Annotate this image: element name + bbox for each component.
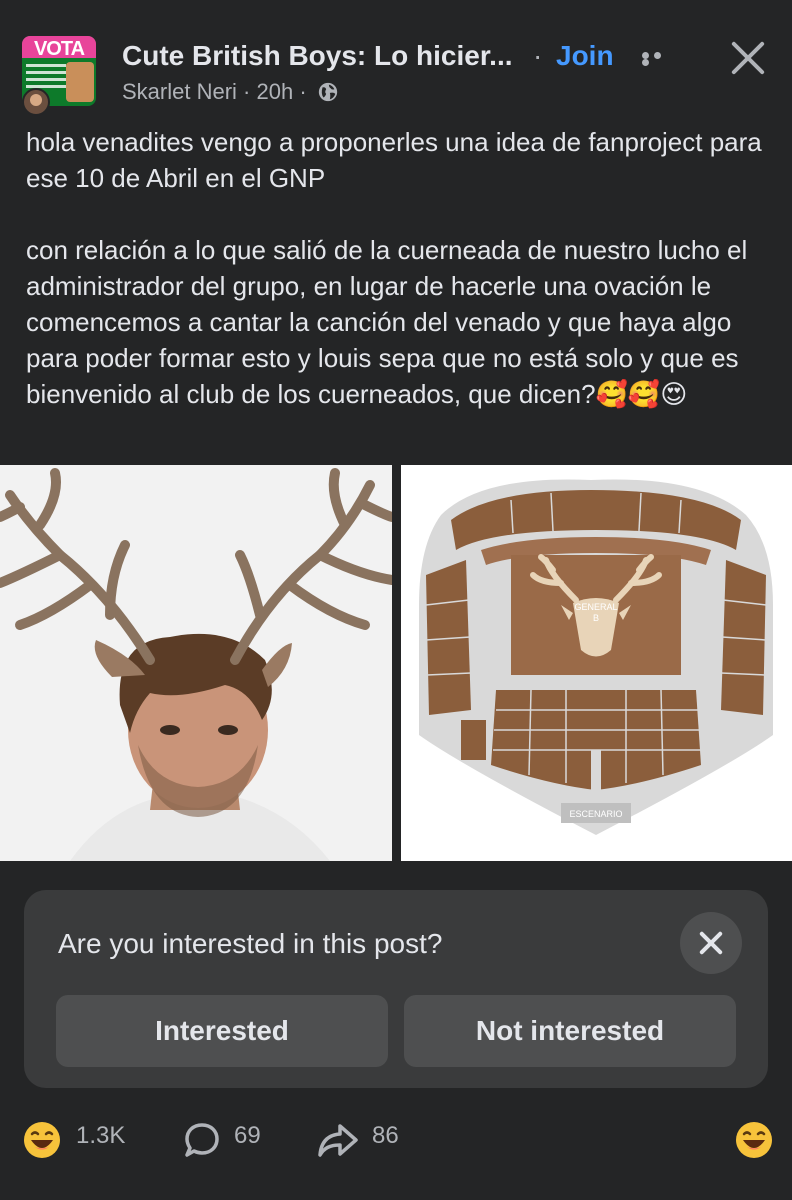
globe-icon — [318, 83, 337, 102]
group-name-link[interactable]: Cute British Boys: Lo hicier... — [122, 40, 513, 72]
post-time[interactable]: 20h — [257, 79, 294, 104]
map-general-label: GENERAL — [574, 602, 617, 612]
survey-question: Are you interested in this post? — [58, 928, 443, 959]
meta-separator: · — [243, 79, 251, 105]
antlers-photo-drawing — [0, 465, 392, 861]
post-image-antlers[interactable] — [0, 465, 392, 861]
header-separator: · — [533, 40, 543, 71]
map-general-sublabel: B — [593, 613, 599, 623]
map-stage-label: ESCENARIO — [569, 809, 622, 819]
post-header: VOTA Cute British Boys: Lo hicier... · J… — [0, 0, 792, 120]
not-interested-button[interactable]: Not interested — [404, 995, 736, 1067]
more-options-icon[interactable] — [642, 52, 676, 66]
author-avatar[interactable] — [22, 88, 50, 116]
interested-button[interactable]: Interested — [56, 995, 388, 1067]
survey-close-icon[interactable] — [680, 912, 742, 974]
interest-survey-card: Are you interested in this post? Interes… — [24, 890, 768, 1088]
share-icon[interactable] — [316, 1120, 360, 1160]
reactions-count[interactable]: 1.3K — [76, 1122, 125, 1150]
post-image-venue-map[interactable]: GENERAL B ESCENARIO — [401, 465, 792, 861]
thumbnail-word: VOTA — [33, 38, 85, 60]
reaction-picker-icon[interactable] — [734, 1120, 774, 1160]
laugh-reaction-icon[interactable] — [22, 1120, 62, 1160]
venue-map-drawing: GENERAL B ESCENARIO — [401, 465, 792, 861]
shares-count[interactable]: 86 — [372, 1122, 399, 1150]
thumbnail-photo — [66, 62, 94, 102]
post-footer: 1.3K 69 86 — [0, 1110, 792, 1170]
post-body-text: hola venadites vengo a proponerles una i… — [26, 127, 762, 409]
comment-icon[interactable] — [182, 1120, 222, 1160]
join-button[interactable]: Join — [556, 40, 614, 72]
meta-separator-2: · — [299, 79, 307, 105]
comments-count[interactable]: 69 — [234, 1122, 261, 1150]
author-name[interactable]: Skarlet Neri — [122, 79, 237, 104]
post-meta: Skarlet Neri · 20h · — [122, 78, 339, 105]
close-icon[interactable] — [728, 38, 768, 78]
